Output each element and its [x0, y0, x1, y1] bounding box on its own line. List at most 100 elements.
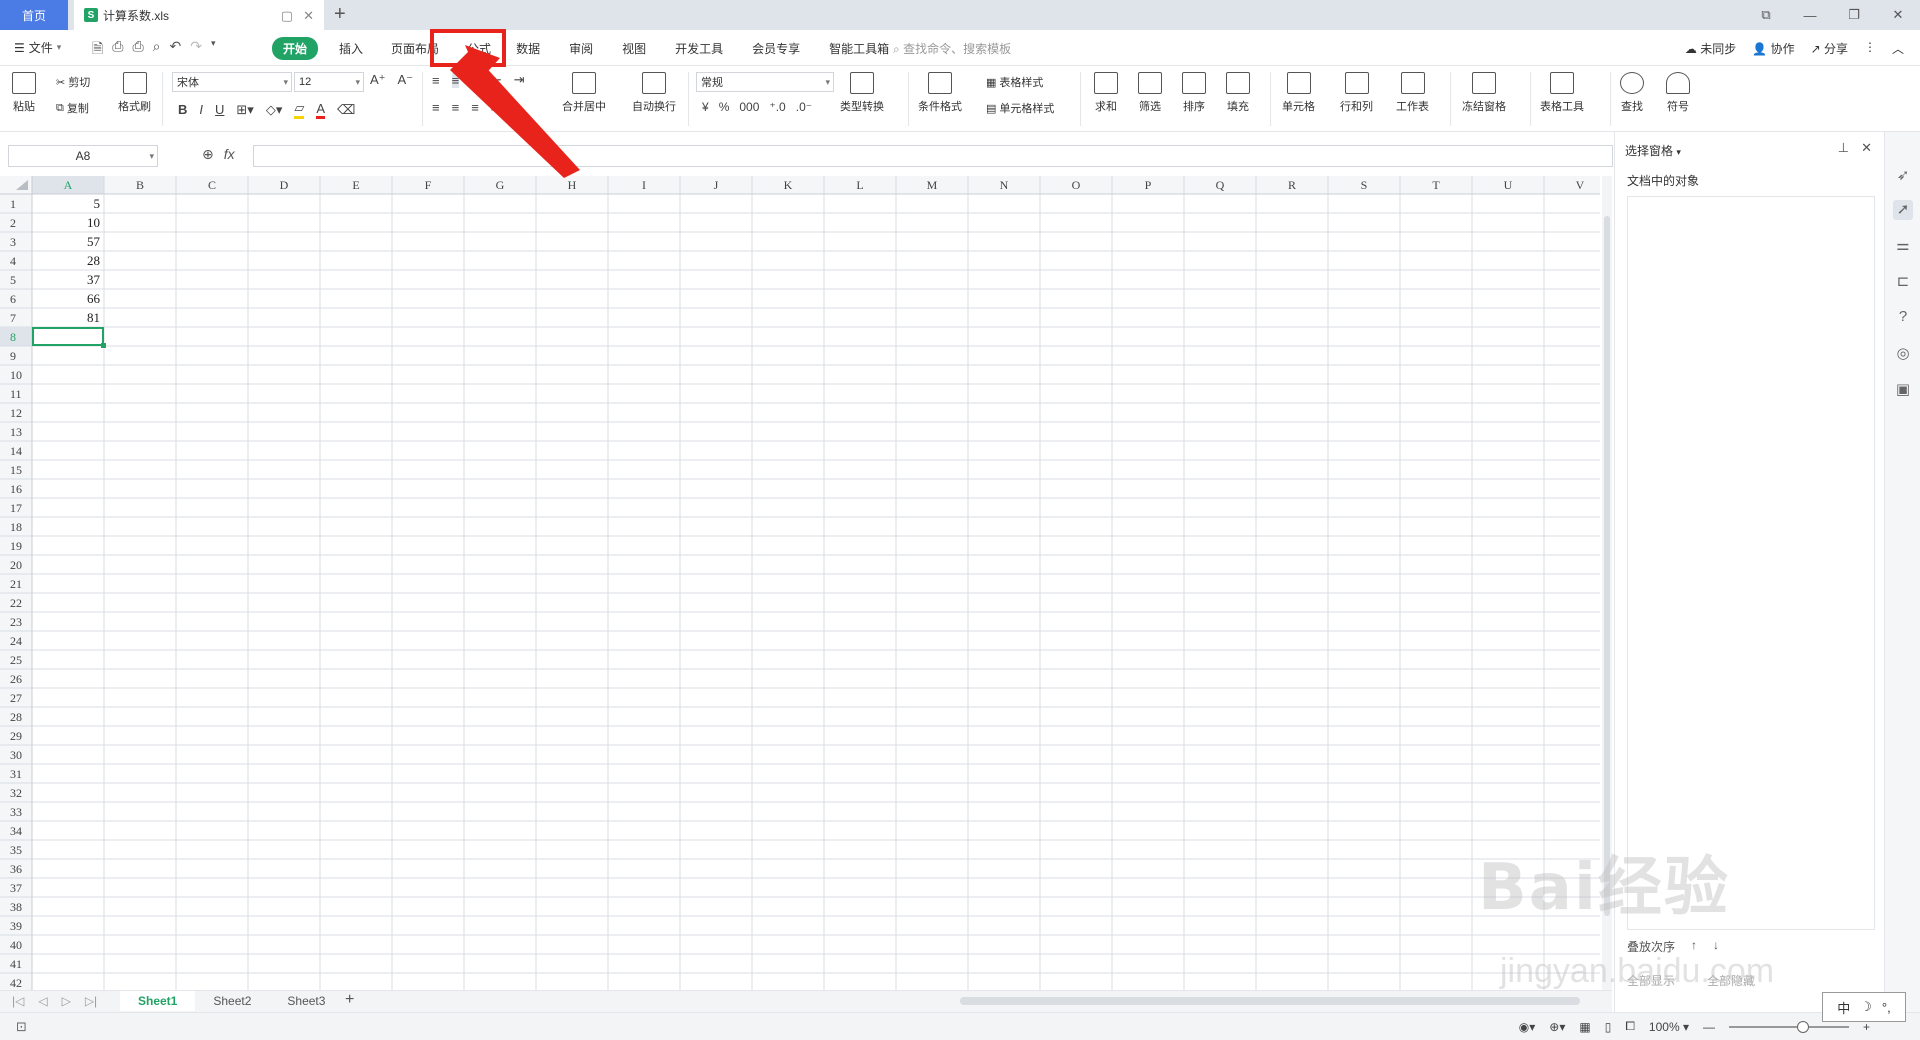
column-header[interactable]: H: [568, 178, 577, 192]
align-center-icon[interactable]: ≡: [452, 100, 460, 115]
tab-view[interactable]: 视图: [610, 38, 658, 59]
format-painter-button[interactable]: 格式刷: [118, 72, 151, 114]
image-icon[interactable]: ▣: [1893, 380, 1913, 400]
sheet-tab-1[interactable]: Sheet1: [120, 991, 196, 1011]
tab-developer[interactable]: 开发工具: [663, 38, 735, 59]
sum-button[interactable]: 求和: [1094, 72, 1118, 114]
worksheet-button[interactable]: 工作表: [1396, 72, 1429, 114]
cell-value[interactable]: 81: [87, 310, 100, 325]
move-up-icon[interactable]: ↑: [1691, 938, 1697, 955]
column-header[interactable]: O: [1072, 178, 1081, 192]
zoom-level[interactable]: 100% ▾: [1649, 1020, 1689, 1034]
conditional-format-button[interactable]: 条件格式: [918, 72, 962, 114]
next-sheet-icon[interactable]: ▷: [62, 994, 71, 1008]
shape-icon[interactable]: ⊏: [1893, 272, 1913, 292]
align-right-icon[interactable]: ≡: [471, 100, 479, 115]
font-name-select[interactable]: 宋体: [172, 72, 292, 92]
table-style-button[interactable]: ▦ 表格样式: [986, 74, 1043, 90]
copy-button[interactable]: ⧉ 复制: [56, 100, 89, 116]
column-header[interactable]: J: [714, 178, 719, 192]
prev-sheet-icon[interactable]: ◁: [38, 994, 47, 1008]
cut-button[interactable]: ✂ 剪切: [56, 74, 90, 90]
paste-button[interactable]: 粘贴: [12, 72, 36, 114]
print-icon[interactable]: ⎙: [132, 38, 143, 62]
column-header[interactable]: C: [208, 178, 216, 192]
grid-canvas[interactable]: A B C D E F G H I J K L M N O P Q R S T U V1 52 103 574 285 376 667…: [0, 176, 1600, 990]
row-header[interactable]: 11: [10, 387, 22, 401]
tab-page-layout[interactable]: 页面布局: [379, 38, 451, 59]
row-header[interactable]: 2: [10, 216, 16, 230]
eye-protect-icon[interactable]: ◉▾: [1519, 1020, 1536, 1034]
column-header[interactable]: S: [1361, 178, 1368, 192]
file-menu[interactable]: ☰ 文件 ▾: [14, 39, 61, 56]
row-header[interactable]: 19: [10, 539, 22, 553]
italic-icon[interactable]: I: [199, 102, 203, 117]
merge-center-button[interactable]: 合并居中: [562, 72, 606, 114]
symbol-button[interactable]: 符号: [1666, 72, 1690, 114]
name-box[interactable]: A8: [8, 145, 158, 167]
row-header[interactable]: 28: [10, 710, 22, 724]
row-header[interactable]: 33: [10, 805, 22, 819]
column-header[interactable]: L: [856, 178, 863, 192]
export-pdf-icon[interactable]: ⎙: [112, 38, 123, 62]
minimize-icon[interactable]: —: [1788, 8, 1832, 23]
column-header[interactable]: G: [496, 178, 505, 192]
tab-data[interactable]: 数据: [504, 38, 552, 59]
sort-button[interactable]: 排序: [1182, 72, 1206, 114]
freeze-panes-button[interactable]: 冻结窗格: [1462, 72, 1506, 114]
objects-list[interactable]: [1627, 196, 1875, 930]
horizontal-scrollbar[interactable]: [960, 997, 1580, 1005]
pin-pane-icon[interactable]: ⊥: [1838, 140, 1849, 156]
column-header[interactable]: N: [1000, 178, 1009, 192]
underline-icon[interactable]: U: [215, 102, 224, 117]
home-tab[interactable]: 首页: [0, 0, 68, 30]
cell-value[interactable]: 10: [87, 215, 100, 230]
rocket-icon[interactable]: ➶: [1893, 166, 1913, 186]
row-header[interactable]: 1: [10, 197, 16, 211]
thousands-icon[interactable]: 000: [739, 100, 759, 114]
scrollbar-thumb[interactable]: [1604, 216, 1610, 916]
zoom-slider-knob[interactable]: [1796, 1020, 1809, 1033]
row-header[interactable]: 7: [10, 311, 16, 325]
compass-icon[interactable]: ◎: [1893, 344, 1913, 364]
decrease-font-icon[interactable]: A⁻: [398, 72, 414, 88]
sync-button[interactable]: ☁ 未同步: [1685, 40, 1736, 57]
row-header[interactable]: 24: [10, 634, 22, 648]
tab-smart-toolbox[interactable]: 智能工具箱: [817, 38, 901, 59]
collaborate-button[interactable]: 👤 协作: [1752, 40, 1794, 57]
first-sheet-icon[interactable]: |◁: [12, 994, 24, 1008]
row-header[interactable]: 32: [10, 786, 22, 800]
row-header[interactable]: 36: [10, 862, 22, 876]
row-header[interactable]: 13: [10, 425, 22, 439]
row-header[interactable]: 23: [10, 615, 22, 629]
selected-cell[interactable]: [32, 327, 104, 346]
undo-icon[interactable]: ↶: [170, 38, 182, 62]
pin-icon[interactable]: ▢: [281, 8, 293, 24]
zoom-formula-icon[interactable]: ⊕: [202, 146, 214, 163]
column-header[interactable]: V: [1576, 178, 1585, 192]
help-icon[interactable]: ?: [1893, 308, 1913, 328]
macro-record-icon[interactable]: ⊡: [16, 1019, 27, 1035]
fill-style-icon[interactable]: ◇▾: [266, 102, 283, 118]
row-header[interactable]: 5: [10, 273, 16, 287]
border-icon[interactable]: ⊞▾: [236, 102, 253, 118]
vertical-scrollbar[interactable]: [1602, 176, 1612, 990]
percent-icon[interactable]: %: [719, 100, 730, 114]
currency-icon[interactable]: ¥: [702, 100, 709, 114]
font-size-select[interactable]: 12: [294, 72, 364, 92]
input-lang-icon[interactable]: ⊕▾: [1549, 1020, 1565, 1034]
clear-format-icon[interactable]: ⌫: [337, 102, 355, 118]
wrap-text-button[interactable]: 自动换行: [632, 72, 676, 114]
fill-button[interactable]: 填充: [1226, 72, 1250, 114]
row-header[interactable]: 14: [10, 444, 22, 458]
sheet-tab-2[interactable]: Sheet2: [195, 991, 269, 1011]
more-icon[interactable]: ⋮: [1864, 40, 1876, 57]
zoom-slider[interactable]: [1728, 1020, 1849, 1033]
row-header[interactable]: 37: [10, 881, 22, 895]
row-header[interactable]: 27: [10, 691, 22, 705]
row-header[interactable]: 9: [10, 349, 16, 363]
row-header[interactable]: 31: [10, 767, 22, 781]
decrease-decimal-icon[interactable]: .0⁻: [796, 100, 812, 114]
last-sheet-icon[interactable]: ▷|: [85, 994, 97, 1008]
row-header[interactable]: 42: [10, 976, 22, 990]
